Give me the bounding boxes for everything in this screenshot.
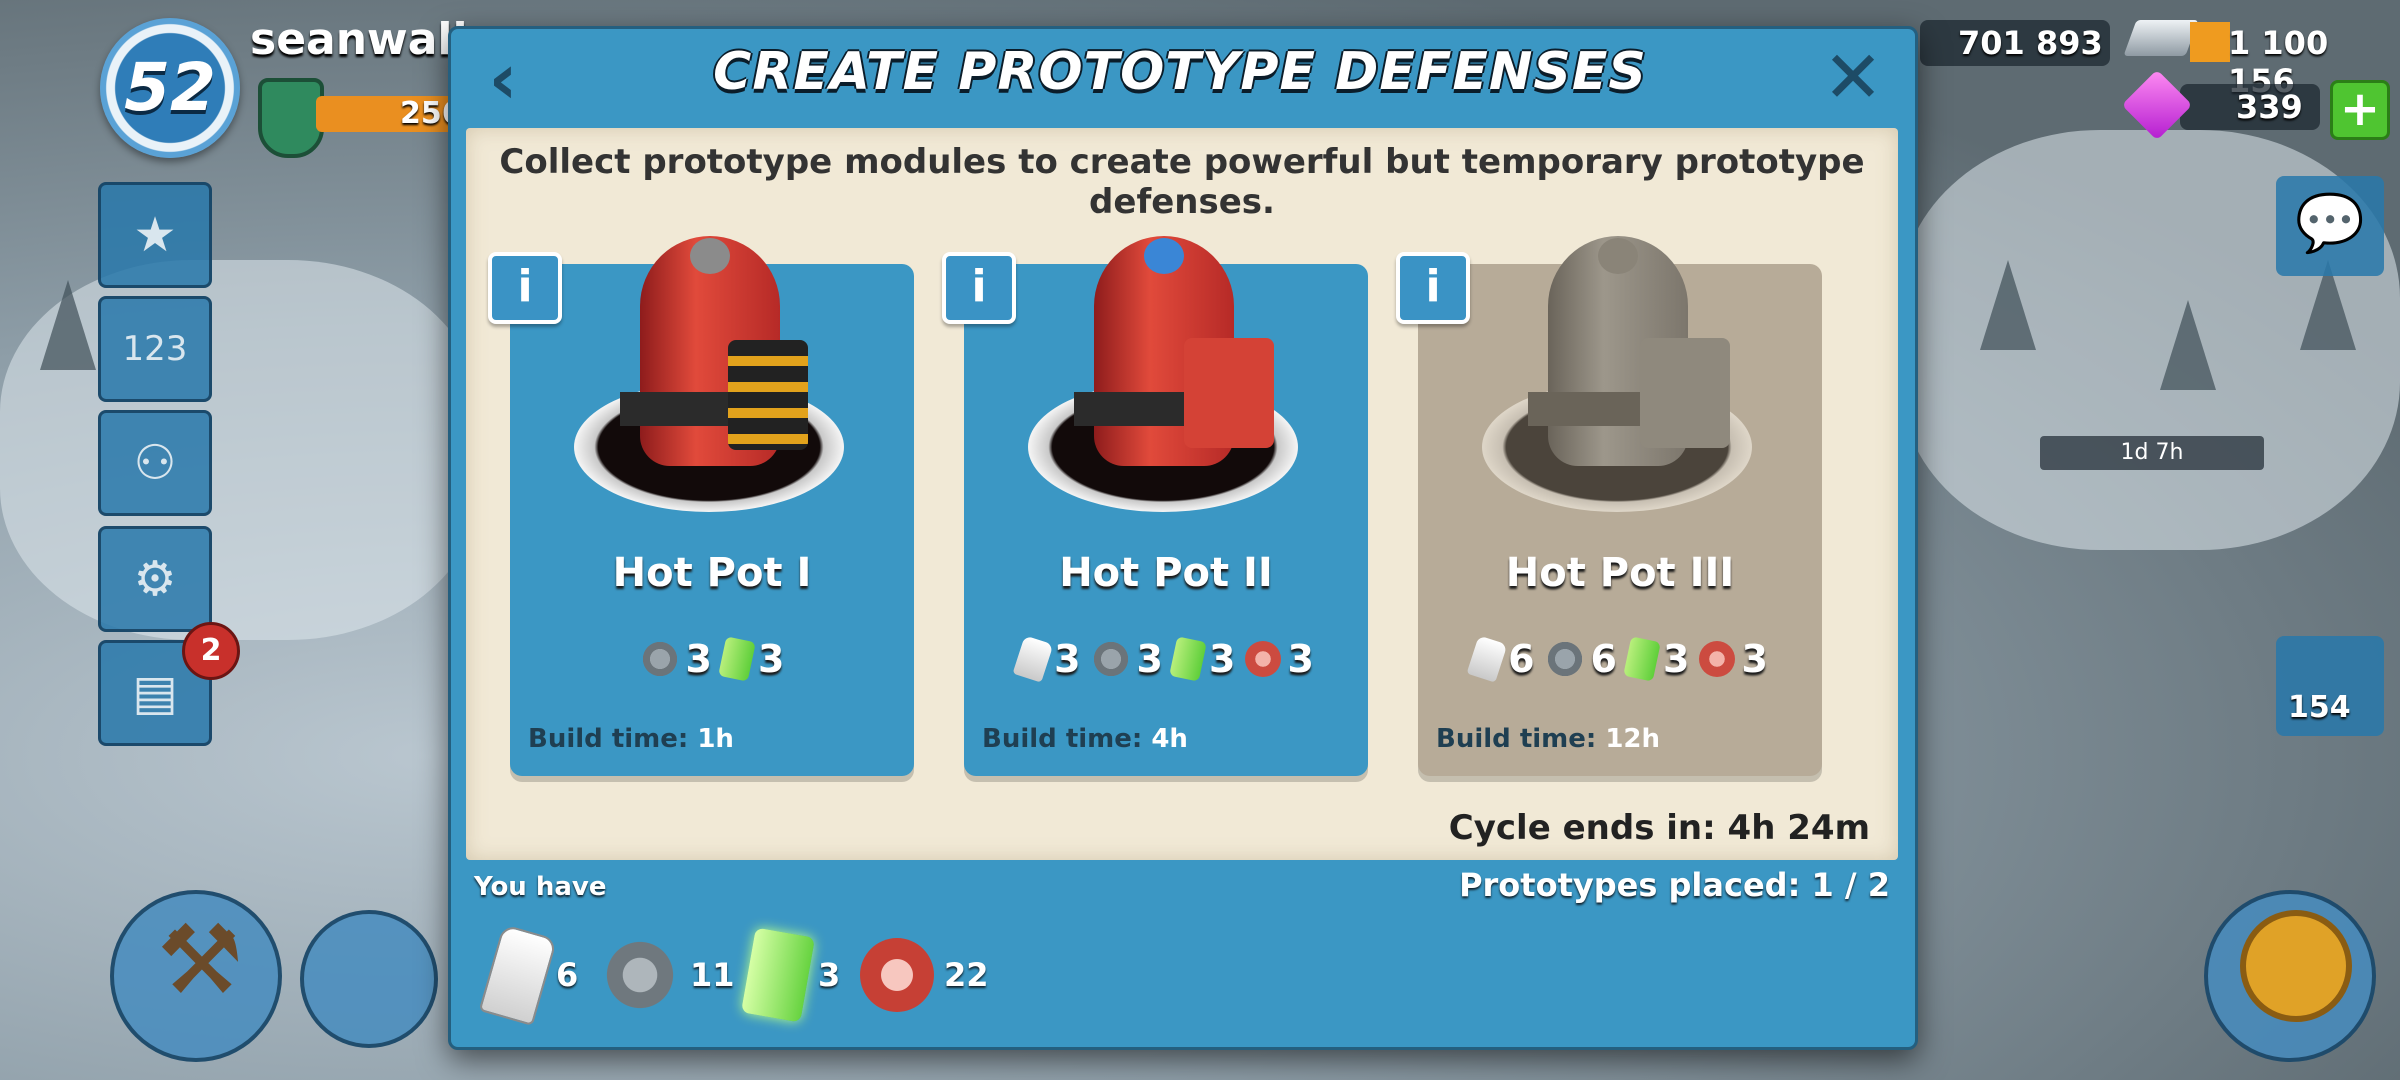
leaderboard-button[interactable]: 123 bbox=[98, 296, 212, 402]
inventory-item[interactable]: 3 bbox=[740, 920, 841, 1030]
hammer-icon: ⚒ bbox=[156, 904, 244, 1016]
diamonds-amount: 339 bbox=[2236, 88, 2303, 126]
prototypes-placed: Prototypes placed: 1 / 2 bbox=[1459, 866, 1890, 904]
gear-module-icon bbox=[1544, 639, 1585, 679]
green-cell-module-icon bbox=[740, 927, 816, 1023]
card-title: Hot Pot III bbox=[1505, 550, 1735, 596]
dialog-title: CREATE PROTOTYPE DEFENSES bbox=[713, 42, 1647, 102]
tree bbox=[40, 280, 96, 370]
gear-module-icon bbox=[1090, 639, 1131, 679]
tree bbox=[2160, 300, 2216, 390]
requirement-count: 3 bbox=[1663, 637, 1690, 681]
red-wire-module-icon bbox=[860, 938, 934, 1012]
build-time: Build time: 12h bbox=[1436, 724, 1660, 754]
requirement-count: 3 bbox=[1209, 637, 1236, 681]
task-force-button[interactable]: ⚇ bbox=[98, 410, 212, 516]
build-time-value: 4h bbox=[1151, 724, 1188, 754]
tank-cap bbox=[1144, 238, 1184, 274]
inventory-count: 3 bbox=[818, 956, 841, 994]
build-time-label: Build time: bbox=[528, 724, 689, 754]
build-time: Build time: 1h bbox=[528, 724, 734, 754]
white-capsule-module-icon bbox=[1012, 635, 1054, 683]
requirements: 6 6 3 3 bbox=[1418, 634, 1822, 684]
info-icon: i bbox=[971, 261, 987, 312]
gear-icon: ⚙ bbox=[133, 551, 177, 607]
chat-button[interactable]: 💬 bbox=[2276, 176, 2384, 276]
info-button[interactable]: i bbox=[1396, 252, 1470, 324]
gold-bar-icon bbox=[2190, 22, 2230, 62]
inventory-item[interactable]: 22 bbox=[860, 920, 989, 1030]
tank-cap bbox=[1598, 238, 1638, 274]
gear-module-icon bbox=[600, 935, 680, 1015]
red-wire-module-icon bbox=[1699, 641, 1736, 677]
gear-module-icon bbox=[639, 639, 680, 679]
buy-diamonds-button[interactable]: + bbox=[2330, 80, 2390, 140]
red-wire-module-icon bbox=[1245, 641, 1282, 677]
requirement-count: 6 bbox=[1508, 637, 1535, 681]
tank-box bbox=[728, 340, 808, 450]
plus-icon: + bbox=[2339, 81, 2381, 137]
tank-cap bbox=[690, 238, 730, 274]
arrow-left-icon: ‹ bbox=[488, 38, 518, 120]
settings-button[interactable]: ⚙ bbox=[98, 526, 212, 632]
map-timer: 1d 7h bbox=[2040, 436, 2264, 470]
card-title: Hot Pot II bbox=[1059, 550, 1273, 596]
requirements: 3 3 bbox=[510, 634, 914, 684]
stars-button[interactable]: ★ bbox=[98, 182, 212, 288]
info-button[interactable]: i bbox=[488, 252, 562, 324]
cycle-timer: Cycle ends in: 4h 24m bbox=[1448, 808, 1870, 848]
requirements: 3 3 3 3 bbox=[964, 634, 1368, 684]
card-title: Hot Pot I bbox=[612, 550, 812, 596]
notification-badge: 2 bbox=[182, 622, 240, 680]
requirement-count: 3 bbox=[685, 637, 712, 681]
leaderboard-icon: 123 bbox=[122, 329, 188, 369]
build-time-label: Build time: bbox=[982, 724, 1143, 754]
inventory-count: 22 bbox=[944, 956, 989, 994]
build-time: Build time: 4h bbox=[982, 724, 1188, 754]
player-level: 52 bbox=[124, 49, 216, 126]
requirement-count: 3 bbox=[1136, 637, 1163, 681]
green-cell-module-icon bbox=[1169, 636, 1207, 682]
build-time-value: 1h bbox=[697, 724, 734, 754]
inventory-count: 11 bbox=[690, 956, 735, 994]
build-time-label: Build time: bbox=[1436, 724, 1597, 754]
requirement-count: 6 bbox=[1590, 637, 1617, 681]
compass-icon bbox=[2240, 910, 2352, 1022]
back-button[interactable]: ‹ bbox=[468, 44, 538, 116]
requirement-count: 3 bbox=[1741, 637, 1768, 681]
requirement-count: 3 bbox=[758, 637, 785, 681]
you-have-label: You have bbox=[474, 872, 607, 902]
white-capsule-module-icon bbox=[478, 924, 558, 1026]
tank-box bbox=[1184, 338, 1274, 448]
close-button[interactable]: ✕ bbox=[1818, 41, 1888, 113]
treasure-button[interactable] bbox=[300, 910, 438, 1048]
info-icon: i bbox=[1425, 261, 1441, 312]
info-button[interactable]: i bbox=[942, 252, 1016, 324]
troops-count: 154 bbox=[2288, 690, 2351, 725]
rank-icon[interactable] bbox=[258, 78, 324, 158]
green-cell-module-icon bbox=[1623, 636, 1661, 682]
steel-icon bbox=[2123, 20, 2199, 56]
inventory-item[interactable]: 6 bbox=[478, 920, 579, 1030]
task-force-icon: ⚇ bbox=[133, 435, 177, 491]
requirement-count: 3 bbox=[1287, 637, 1314, 681]
steel-amount: 701 893 bbox=[1958, 24, 2103, 62]
stars-icon: ★ bbox=[133, 207, 177, 263]
chat-icon: 💬 bbox=[2295, 191, 2365, 256]
build-time-value: 12h bbox=[1605, 724, 1661, 754]
close-icon: ✕ bbox=[1822, 35, 1884, 119]
dialog-description: Collect prototype modules to create powe… bbox=[499, 142, 1865, 222]
requirement-count: 3 bbox=[1054, 637, 1081, 681]
green-cell-module-icon bbox=[718, 636, 756, 682]
white-capsule-module-icon bbox=[1466, 635, 1508, 683]
inventory-item[interactable]: 11 bbox=[600, 920, 735, 1030]
tree bbox=[1980, 260, 2036, 350]
username: seanwall bbox=[250, 14, 468, 65]
newspaper-icon: ▤ bbox=[132, 665, 178, 721]
info-icon: i bbox=[517, 261, 533, 312]
inventory-count: 6 bbox=[556, 956, 579, 994]
tank-box bbox=[1640, 338, 1730, 448]
